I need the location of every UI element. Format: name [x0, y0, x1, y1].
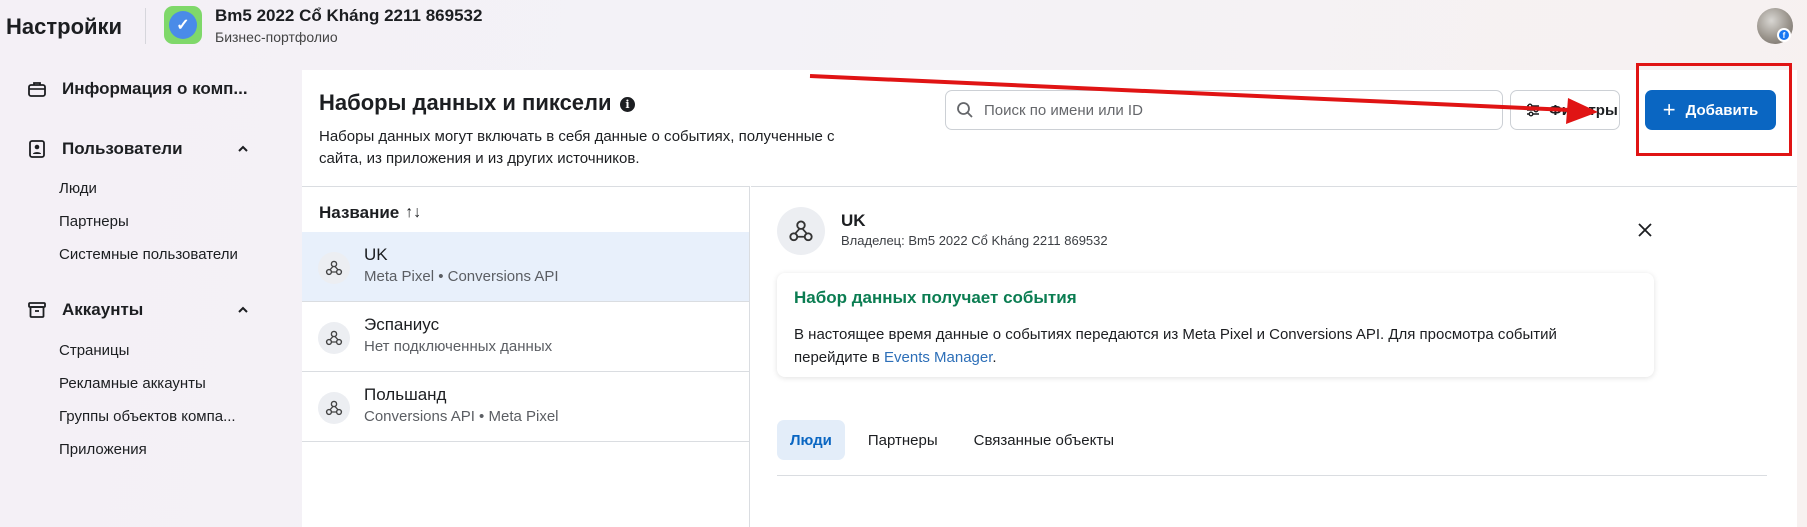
detail-tabs: Люди Партнеры Связанные объекты — [777, 420, 1137, 460]
header-divider — [145, 8, 146, 44]
sidebar-item-pages[interactable]: Страницы — [59, 342, 129, 359]
dataset-list: Название ↑↓ UK Meta Pixel • Conversions … — [302, 186, 750, 527]
list-item[interactable]: UK Meta Pixel • Conversions API — [302, 232, 749, 302]
detail-title: UK — [841, 211, 866, 230]
sort-icon[interactable]: ↑↓ — [405, 204, 421, 222]
detail-owner: Владелец: Bm5 2022 Cổ Kháng 2211 869532 — [841, 233, 1108, 248]
status-text: В настоящее время данные о событиях пере… — [794, 323, 1634, 369]
sidebar-section-label: Аккаунты — [62, 300, 144, 319]
status-end: . — [992, 349, 997, 366]
sidebar-item-asset-groups[interactable]: Группы объектов компа... — [59, 408, 236, 425]
main-panel: Наборы данных и пиксели i Наборы данных … — [302, 70, 1797, 527]
search-icon — [957, 102, 973, 118]
app-title: Настройки — [6, 14, 123, 39]
dataset-detail-panel: UK Владелец: Bm5 2022 Cổ Kháng 2211 8695… — [751, 186, 1797, 527]
business-logo[interactable]: ✓ — [164, 6, 202, 44]
sidebar-item-label: Информация о комп... — [62, 79, 248, 98]
column-header-label: Название — [319, 203, 400, 222]
search-input[interactable] — [984, 101, 1484, 119]
top-bar: Настройки ✓ Bm5 2022 Cổ Kháng 2211 86953… — [0, 0, 1807, 56]
name-column-header[interactable]: Название ↑↓ — [319, 203, 421, 223]
list-item-title: UK — [364, 245, 388, 264]
sidebar-item-ad-accounts[interactable]: Рекламные аккаунты — [59, 375, 206, 392]
search-field[interactable] — [945, 90, 1503, 130]
list-item-title: Эспаниус — [364, 315, 440, 334]
badge-icon — [26, 138, 48, 160]
business-subtitle: Бизнес-портфолио — [215, 29, 338, 45]
sidebar-section-users[interactable]: Пользователи — [26, 138, 183, 160]
sidebar-section-accounts[interactable]: Аккаунты — [26, 299, 143, 321]
verified-check-icon: ✓ — [169, 11, 197, 39]
filters-label: Фильтры — [1549, 101, 1618, 119]
page-description: Наборы данных могут включать в себя данн… — [319, 128, 835, 167]
page-header: Наборы данных и пиксели i Наборы данных … — [302, 70, 1797, 186]
dataset-icon — [318, 322, 350, 354]
sidebar-item-system-users[interactable]: Системные пользователи — [59, 246, 238, 263]
tab-people[interactable]: Люди — [777, 420, 845, 460]
events-manager-link[interactable]: Events Manager — [884, 349, 992, 366]
list-item[interactable]: Польшанд Conversions API • Meta Pixel — [302, 372, 749, 442]
dataset-icon — [777, 207, 825, 255]
close-icon[interactable] — [1636, 221, 1654, 239]
filters-button[interactable]: Фильтры — [1510, 90, 1620, 130]
tab-linked-assets[interactable]: Связанные объекты — [961, 420, 1127, 460]
page-title: Наборы данных и пиксели — [319, 90, 612, 115]
list-item-subtitle: Нет подключенных данных — [364, 338, 553, 355]
chevron-up-icon[interactable] — [236, 303, 250, 317]
filter-sliders-icon — [1527, 103, 1539, 117]
tab-partners[interactable]: Партнеры — [855, 420, 951, 460]
tabs-divider — [777, 475, 1767, 476]
status-title: Набор данных получает события — [794, 288, 1077, 307]
list-item-subtitle: Conversions API • Meta Pixel — [364, 408, 559, 425]
dataset-icon — [318, 252, 350, 284]
sidebar: Информация о комп... Пользователи Люди П… — [0, 70, 300, 527]
sidebar-item-apps[interactable]: Приложения — [59, 441, 147, 458]
list-item-subtitle: Meta Pixel • Conversions API — [364, 268, 559, 285]
chevron-up-icon[interactable] — [236, 142, 250, 156]
sidebar-item-company-info[interactable]: Информация о комп... — [26, 78, 248, 100]
dataset-icon — [318, 392, 350, 424]
status-card: Набор данных получает события В настояще… — [777, 273, 1654, 377]
annotation-highlight-box — [1636, 63, 1792, 156]
list-item[interactable]: Эспаниус Нет подключенных данных — [302, 302, 749, 372]
sidebar-section-label: Пользователи — [62, 139, 183, 158]
facebook-icon: f — [1777, 28, 1791, 42]
archive-icon — [26, 299, 48, 321]
business-name[interactable]: Bm5 2022 Cổ Kháng 2211 869532 — [215, 6, 482, 26]
briefcase-icon — [26, 78, 48, 100]
sidebar-item-partners[interactable]: Партнеры — [59, 213, 129, 230]
list-item-title: Польшанд — [364, 385, 447, 404]
info-icon[interactable]: i — [620, 97, 635, 112]
sidebar-item-people[interactable]: Люди — [59, 180, 97, 197]
